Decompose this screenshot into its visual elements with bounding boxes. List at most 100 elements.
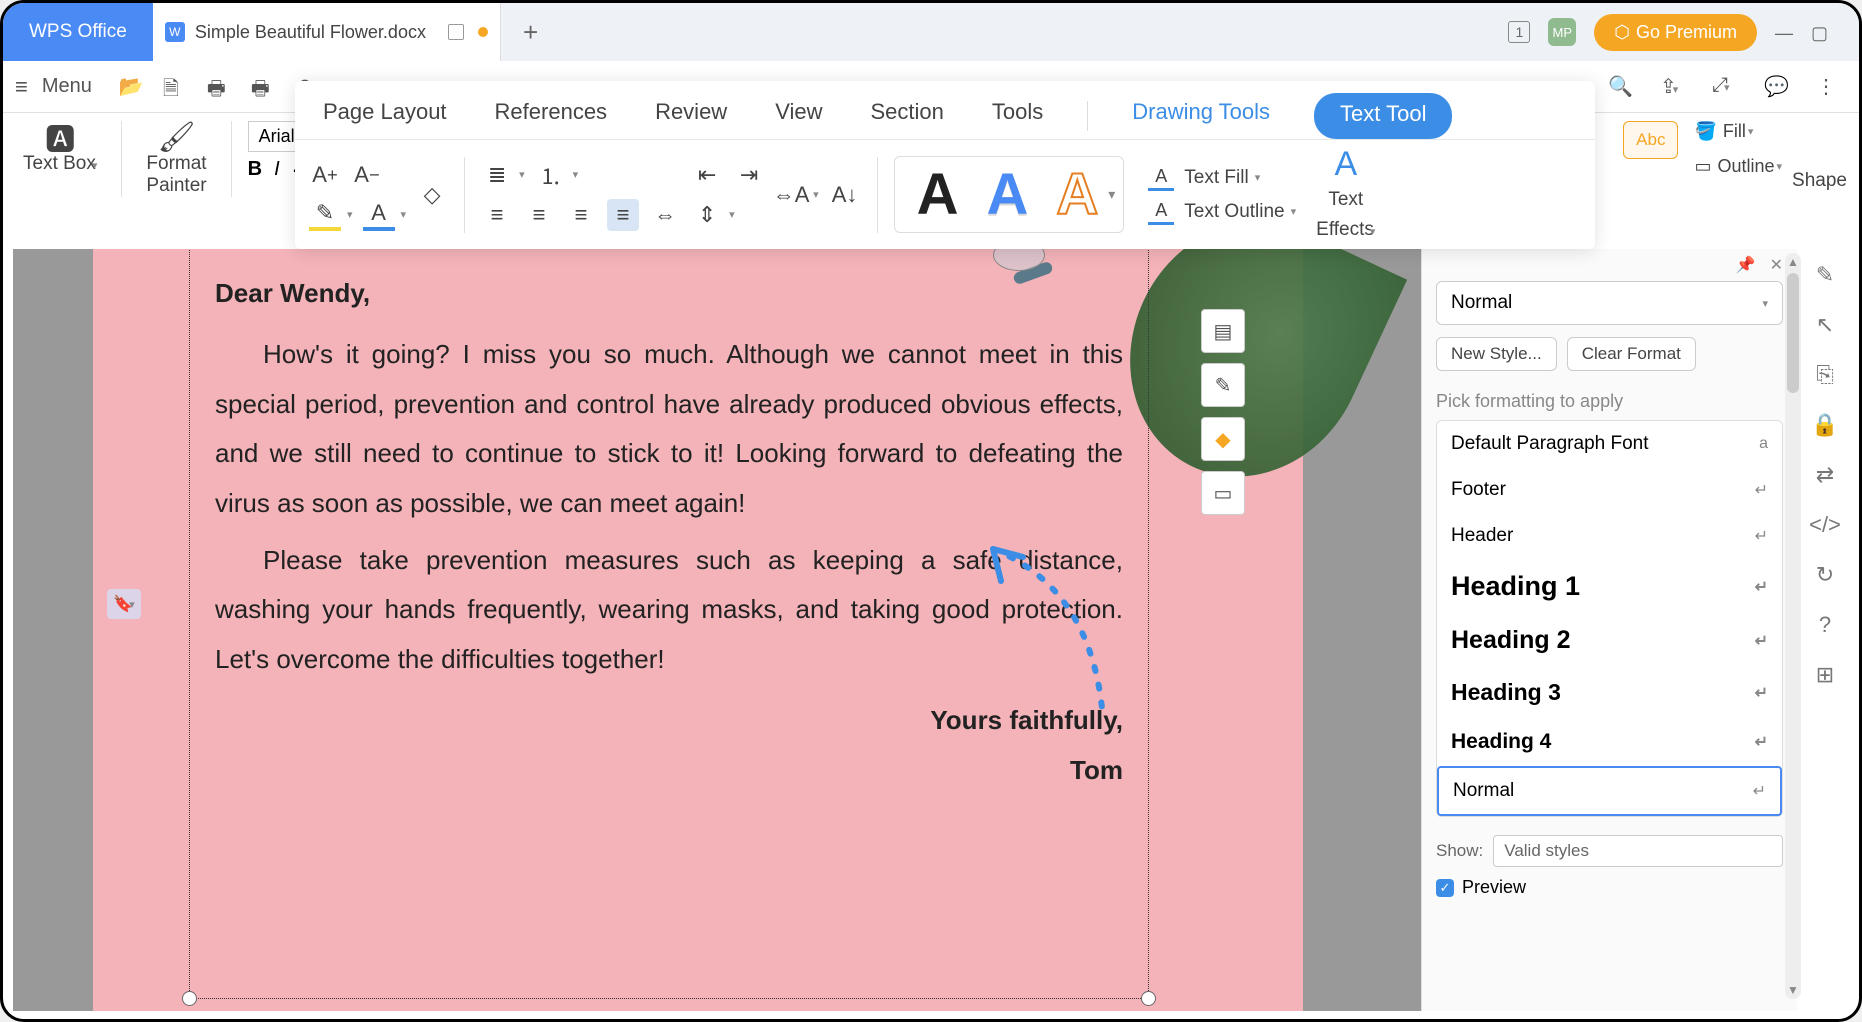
scroll-up-icon[interactable]: ▲	[1785, 255, 1801, 269]
resize-handle[interactable]	[182, 991, 197, 1006]
shape-outline-button[interactable]: ▭Outline▾	[1694, 156, 1782, 177]
share-icon[interactable]: ⇪▾	[1660, 74, 1686, 100]
print-preview-icon[interactable]: 🖶	[251, 74, 277, 100]
tab-text-tool[interactable]: Text Tool	[1314, 93, 1452, 139]
current-style-selector[interactable]: Normal▾	[1436, 281, 1783, 325]
bullet-list-icon[interactable]: ≣	[481, 159, 513, 191]
number-list-icon[interactable]: ⒈	[535, 159, 567, 191]
increase-indent-icon[interactable]: ⇥	[733, 159, 765, 191]
tab-references[interactable]: References	[491, 93, 612, 139]
window-count-indicator[interactable]: 1	[1508, 21, 1530, 43]
lock-rail-icon[interactable]: 🔒	[1811, 411, 1839, 439]
minimize-button[interactable]: —	[1775, 23, 1793, 41]
outline-icon: ▭	[1694, 156, 1711, 177]
clear-formatting-icon[interactable]: ◇	[416, 179, 448, 211]
text-style-more-icon[interactable]: ▾	[1108, 186, 1115, 203]
text-effects-label2[interactable]: Effects▾	[1316, 219, 1375, 241]
show-filter-selector[interactable]: Valid styles	[1493, 835, 1783, 867]
document-canvas[interactable]: Dear Wendy, How's it going? I miss you s…	[13, 249, 1421, 1011]
save-icon[interactable]: 🗎	[163, 74, 189, 100]
text-outline-button[interactable]: Text Outline	[1184, 201, 1284, 223]
vertical-scrollbar[interactable]: ▲ ▼	[1785, 253, 1801, 999]
char-scale-icon[interactable]: ⇔A	[775, 179, 807, 211]
style-item[interactable]: Header↵	[1437, 513, 1782, 559]
bold-button[interactable]: B	[248, 158, 262, 183]
resize-handle[interactable]	[1141, 991, 1156, 1006]
decrease-indent-icon[interactable]: ⇤	[691, 159, 723, 191]
search-icon[interactable]: 🔍	[1608, 74, 1634, 100]
new-style-button[interactable]: New Style...	[1436, 337, 1557, 371]
tab-review[interactable]: Review	[651, 93, 731, 139]
scrollbar-thumb[interactable]	[1787, 273, 1799, 393]
shape-fill-tool-icon[interactable]: ◆	[1201, 417, 1245, 461]
text-effects-icon[interactable]: A	[1330, 149, 1362, 181]
history-rail-icon[interactable]: ↻	[1811, 561, 1839, 589]
italic-button[interactable]: I	[274, 158, 280, 183]
tab-view[interactable]: View	[771, 93, 826, 139]
text-style-preset-3[interactable]: A	[1042, 161, 1112, 228]
style-item[interactable]: Heading 2↵	[1437, 614, 1782, 667]
shape-style-preset[interactable]: Abc	[1623, 121, 1678, 159]
align-center-icon[interactable]: ≡	[523, 199, 555, 231]
text-direction-icon[interactable]: A↓	[829, 179, 861, 211]
shape-effects-label[interactable]: Shape	[1792, 170, 1847, 192]
line-spacing-icon[interactable]: ⇕	[691, 199, 723, 231]
select-rail-icon[interactable]: ↖	[1811, 311, 1839, 339]
highlight-color-icon[interactable]: ✎	[309, 199, 341, 231]
section-tag-icon[interactable]: 🔖▾	[107, 589, 141, 619]
print-icon[interactable]: 🖶	[207, 74, 233, 100]
menu-button[interactable]: Menu	[42, 75, 92, 98]
open-icon[interactable]: 📂	[119, 74, 145, 100]
style-item[interactable]: Footer↵	[1437, 467, 1782, 513]
layout-options-icon[interactable]: ▤	[1201, 309, 1245, 353]
app-tab[interactable]: WPS Office	[3, 3, 153, 61]
eyedropper-icon[interactable]: ✎	[1201, 363, 1245, 407]
tab-section[interactable]: Section	[867, 93, 948, 139]
increase-font-icon[interactable]: A+	[309, 159, 341, 191]
text-box-label[interactable]: Text Box▾	[23, 153, 97, 175]
presentation-mode-icon[interactable]	[448, 24, 464, 40]
tab-drawing-tools[interactable]: Drawing Tools	[1128, 93, 1274, 139]
align-left-icon[interactable]: ≡	[481, 199, 513, 231]
translate-rail-icon[interactable]: ⇄	[1811, 461, 1839, 489]
shape-outline-tool-icon[interactable]: ▭	[1201, 471, 1245, 515]
distribute-icon[interactable]: ⇔	[649, 199, 681, 231]
more-icon[interactable]: ⋮	[1816, 74, 1842, 100]
go-premium-button[interactable]: ⬡Go Premium	[1594, 14, 1757, 51]
help-rail-icon[interactable]: ?	[1811, 611, 1839, 639]
format-painter-icon[interactable]: 🖌	[161, 121, 193, 153]
tab-tools[interactable]: Tools	[988, 93, 1047, 139]
align-justify-icon[interactable]: ≡	[607, 199, 639, 231]
close-panel-icon[interactable]: ✕	[1770, 255, 1783, 275]
style-item[interactable]: Heading 4↵	[1437, 718, 1782, 766]
style-item[interactable]: Default Paragraph Fonta	[1437, 421, 1782, 467]
text-style-preset-1[interactable]: A	[903, 161, 973, 228]
comment-icon[interactable]: 💬	[1764, 74, 1790, 100]
user-avatar[interactable]: MP	[1548, 18, 1576, 46]
text-fill-button[interactable]: Text Fill	[1184, 167, 1248, 189]
word-doc-icon: W	[165, 22, 185, 42]
style-item[interactable]: Heading 1↵	[1437, 559, 1782, 614]
document-tab[interactable]: W Simple Beautiful Flower.docx	[153, 3, 501, 61]
new-tab-button[interactable]: +	[523, 17, 538, 48]
clear-format-button[interactable]: Clear Format	[1567, 337, 1696, 371]
clipboard-rail-icon[interactable]: ⎘	[1811, 361, 1839, 389]
text-style-preset-2[interactable]: A	[972, 161, 1042, 228]
font-color-icon[interactable]: A	[363, 199, 395, 231]
scroll-down-icon[interactable]: ▼	[1785, 983, 1801, 997]
text-box-icon[interactable]: 🅰	[44, 121, 76, 153]
align-right-icon[interactable]: ≡	[565, 199, 597, 231]
style-item[interactable]: Normal↵	[1437, 766, 1782, 816]
tab-page-layout[interactable]: Page Layout	[319, 93, 451, 139]
code-rail-icon[interactable]: </>	[1811, 511, 1839, 539]
hamburger-icon[interactable]: ≡	[15, 74, 28, 100]
maximize-button[interactable]: ▢	[1811, 23, 1829, 41]
style-item[interactable]: Heading 3↵	[1437, 667, 1782, 718]
shape-fill-button[interactable]: 🪣Fill▾	[1694, 121, 1782, 142]
pin-panel-icon[interactable]: 📌	[1736, 255, 1756, 275]
decrease-font-icon[interactable]: A−	[351, 159, 383, 191]
export-icon[interactable]: ⤢▾	[1712, 74, 1738, 100]
grid-rail-icon[interactable]: ⊞	[1811, 661, 1839, 689]
preview-checkbox[interactable]: ✓	[1436, 879, 1454, 897]
edit-rail-icon[interactable]: ✎	[1811, 261, 1839, 289]
